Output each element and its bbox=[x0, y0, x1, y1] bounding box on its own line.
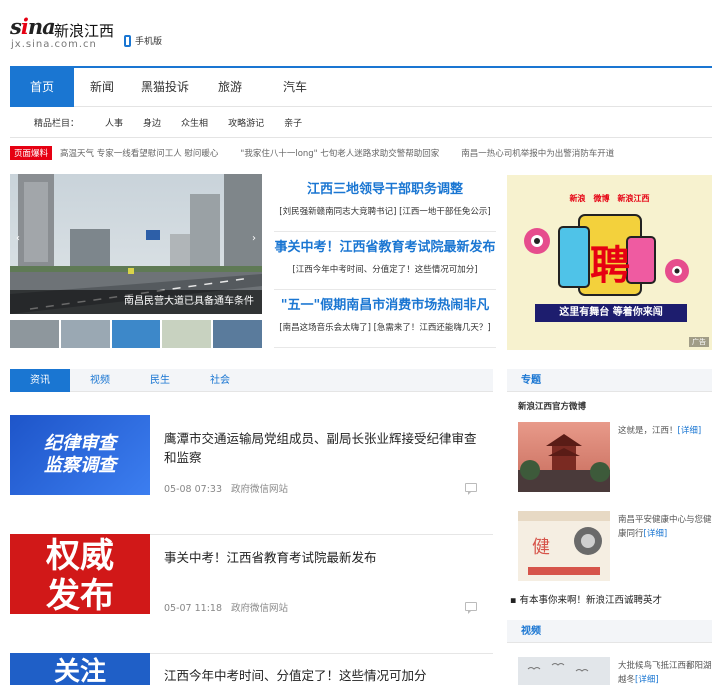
nav-item-travel[interactable]: 旅游 bbox=[200, 68, 260, 107]
subnav-item-travel-guides[interactable]: 攻略游记 bbox=[228, 116, 264, 129]
slideshow-thumbnail[interactable] bbox=[162, 320, 212, 348]
topics-header: 专题 bbox=[507, 369, 712, 392]
feed-source: 政府微信网站 bbox=[231, 484, 289, 495]
tab-video[interactable]: 视频 bbox=[70, 369, 130, 392]
slideshow-prev-button[interactable]: ‹ bbox=[12, 230, 24, 248]
video-item[interactable]: 大批候鸟飞抵江西鄱阳湖越冬[详细] bbox=[518, 657, 712, 685]
feed-date: 05-08 07:33 bbox=[164, 484, 223, 495]
feed-meta: 05-07 11:18 政府微信网站 bbox=[164, 600, 288, 614]
feed-thumbnail-text: 关注 bbox=[53, 657, 106, 685]
recruitment-ad[interactable]: 新浪 微博 新浪江西 聘 这里有舞台 等着你来闯 广告 bbox=[507, 175, 712, 350]
nav-item-home[interactable]: 首页 bbox=[10, 68, 74, 107]
mobile-version-label: 手机版 bbox=[135, 37, 163, 47]
top-headlines: 江西三地领导干部职务调整 [刘民强新赣南同志大竞聘书记] [江西一地干部任免公示… bbox=[274, 174, 496, 350]
ad-badge: 广告 bbox=[689, 337, 709, 347]
headline-related[interactable]: [刘民强新赣南同志大竞聘书记] [江西一地干部任免公示] bbox=[274, 205, 496, 217]
mobile-phone-icon bbox=[124, 34, 131, 47]
video-title: 大批候鸟飞抵江西鄱阳湖越冬 bbox=[618, 661, 712, 685]
comment-icon[interactable] bbox=[465, 483, 477, 495]
nav-item-news[interactable]: 新闻 bbox=[74, 68, 130, 107]
tab-livelihood[interactable]: 民生 bbox=[130, 369, 190, 392]
health-campaign-image: 健 bbox=[518, 511, 610, 581]
slideshow-next-button[interactable]: › bbox=[248, 230, 260, 248]
feed-item[interactable]: 关注 江西今年中考时间、分值定了！这些情况可加分 bbox=[10, 653, 493, 685]
slideshow-thumbnails bbox=[10, 320, 262, 348]
ticker-item[interactable]: 高温天气 专家一线看望慰问工人 慰问暖心 bbox=[60, 147, 218, 159]
feed-title[interactable]: 鹰潭市交通运输局党组成员、副局长张业辉接受纪律审查和监察 bbox=[164, 429, 484, 467]
slideshow-caption[interactable]: 南昌民营大道已具备通车条件 bbox=[10, 290, 262, 314]
feed-item[interactable]: 权威 发布 事关中考！江西省教育考试院最新发布 05-07 11:18 政府微信网… bbox=[10, 534, 493, 654]
feed-thumbnail[interactable]: 纪律审查 监察调查 bbox=[10, 415, 150, 495]
birds-photo bbox=[518, 657, 610, 685]
slideshow-thumbnail[interactable] bbox=[10, 320, 59, 348]
subnav-item-nearby[interactable]: 身边 bbox=[143, 116, 161, 129]
slideshow-thumbnail[interactable] bbox=[213, 320, 262, 348]
content-tabs: 资讯 视频 民生 社会 bbox=[10, 369, 493, 392]
feed-item[interactable]: 纪律审查 监察调查 鹰潭市交通运输局党组成员、副局长张业辉接受纪律审查和监察 05… bbox=[10, 415, 493, 535]
featured-columns-label: 精品栏目： bbox=[34, 119, 80, 129]
slideshow-thumbnail[interactable] bbox=[111, 320, 161, 348]
subnav-item-personnel[interactable]: 人事 bbox=[105, 116, 123, 129]
official-weibo-link[interactable]: 新浪江西官方微博 bbox=[518, 400, 586, 412]
feed-title[interactable]: 江西今年中考时间、分值定了！这些情况可加分 bbox=[164, 666, 484, 685]
video-text[interactable]: 大批候鸟飞抵江西鄱阳湖越冬[详细] bbox=[618, 659, 712, 685]
topic-text[interactable]: 这就是，江西！[详细] bbox=[618, 424, 712, 438]
topic-more-link[interactable]: [详细] bbox=[644, 529, 668, 539]
topic-item[interactable]: 这就是，江西！[详细] bbox=[518, 422, 712, 494]
news-tip-ticker: 页面爆料 高温天气 专家一线看望慰问工人 慰问暖心 "我家住八十一long" 七… bbox=[10, 145, 712, 161]
news-tip-tag: 页面爆料 bbox=[10, 146, 53, 160]
featured-columns-bar: 精品栏目： 人事 身边 众生相 攻略游记 亲子 bbox=[10, 108, 712, 138]
feed-thumbnail[interactable]: 关注 bbox=[10, 653, 150, 685]
video-more-link[interactable]: [详细] bbox=[635, 675, 659, 685]
headline-related[interactable]: [南昌这场音乐会太嗨了] [急需来了！江西还能嗨几天？] bbox=[274, 321, 496, 333]
subnav-item-parenting[interactable]: 亲子 bbox=[284, 116, 302, 129]
feed-date: 05-07 11:18 bbox=[164, 603, 223, 614]
site-name: 新浪江西 bbox=[54, 22, 115, 40]
photo-slideshow[interactable]: ‹ › 南昌民营大道已具备通车条件 bbox=[10, 174, 262, 314]
svg-text:健: 健 bbox=[532, 537, 550, 558]
sina-wordmark: sina bbox=[10, 14, 56, 39]
site-header: sina 新浪江西 jx.sina.com.cn 手机版 bbox=[0, 0, 712, 66]
nav-item-complaints[interactable]: 黑猫投诉 bbox=[130, 68, 200, 107]
topic-thumbnail[interactable]: 健 bbox=[518, 511, 610, 581]
mobile-version-link[interactable]: 手机版 bbox=[124, 34, 162, 47]
headline-title[interactable]: 事关中考！江西省教育考试院最新发布 bbox=[274, 236, 496, 255]
tab-society[interactable]: 社会 bbox=[190, 369, 250, 392]
ad-headline-glyph: 聘 bbox=[590, 243, 630, 289]
slideshow-thumbnail[interactable] bbox=[60, 320, 110, 348]
ad-slogan: 这里有舞台 等着你来闯 bbox=[535, 304, 687, 322]
feed-thumbnail[interactable]: 权威 发布 bbox=[10, 534, 150, 614]
site-domain: jx.sina.com.cn bbox=[11, 39, 97, 50]
topic-text[interactable]: 南昌平安健康中心与您健康同行[详细] bbox=[618, 513, 712, 541]
main-nav: 首页 新闻 黑猫投诉 旅游 汽车 bbox=[10, 66, 712, 107]
ticker-item[interactable]: 南昌一热心司机举报中为出警消防车开道 bbox=[461, 147, 614, 159]
topic-title: 这就是，江西！ bbox=[618, 426, 678, 436]
headline-block: "五一"假期南昌市消费市场热闹非凡 [南昌这场音乐会太嗨了] [急需来了！江西还… bbox=[274, 290, 496, 348]
feed-thumbnail-text: 纪律审查 监察调查 bbox=[44, 433, 116, 476]
headline-title[interactable]: 江西三地领导干部职务调整 bbox=[274, 178, 496, 197]
ticker-item[interactable]: "我家住八十一long" 七旬老人迷路求助交警帮助回家 bbox=[240, 147, 439, 159]
headline-block: 江西三地领导干部职务调整 [刘民强新赣南同志大竞聘书记] [江西一地干部任免公示… bbox=[274, 174, 496, 232]
comment-icon[interactable] bbox=[465, 602, 477, 614]
feed-title[interactable]: 事关中考！江西省教育考试院最新发布 bbox=[164, 548, 484, 567]
recruitment-link[interactable]: ▪ 有本事你来啊！新浪江西诚聘英才 bbox=[510, 592, 662, 606]
headline-block: 事关中考！江西省教育考试院最新发布 [江西今年中考时间、分值定了！这些情况可加分… bbox=[274, 232, 496, 290]
headline-title[interactable]: "五一"假期南昌市消费市场热闹非凡 bbox=[274, 294, 496, 313]
nav-item-auto[interactable]: 汽车 bbox=[260, 68, 330, 107]
topic-item[interactable]: 健 南昌平安健康中心与您健康同行[详细] bbox=[518, 511, 712, 583]
subnav-item-people[interactable]: 众生相 bbox=[181, 116, 208, 129]
topic-more-link[interactable]: [详细] bbox=[678, 426, 702, 436]
site-logo[interactable]: sina 新浪江西 jx.sina.com.cn bbox=[10, 12, 120, 52]
feed-source: 政府微信网站 bbox=[231, 603, 289, 614]
topic-thumbnail[interactable] bbox=[518, 422, 610, 492]
tab-news[interactable]: 资讯 bbox=[10, 369, 70, 392]
headline-related[interactable]: [江西今年中考时间、分值定了！这些情况可加分] bbox=[274, 263, 496, 275]
pavilion-photo bbox=[518, 422, 610, 492]
video-thumbnail[interactable] bbox=[518, 657, 610, 685]
feed-thumbnail-text: 权威 发布 bbox=[46, 536, 114, 614]
video-header: 视频 bbox=[507, 620, 712, 643]
feed-meta: 05-08 07:33 政府微信网站 bbox=[164, 481, 288, 495]
